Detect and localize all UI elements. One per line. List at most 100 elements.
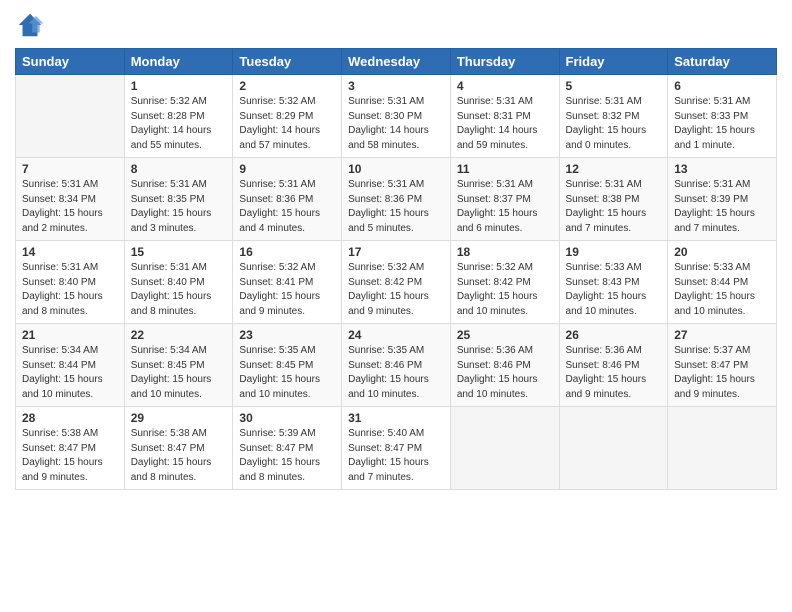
- day-number: 14: [22, 245, 118, 259]
- calendar-header-row: SundayMondayTuesdayWednesdayThursdayFrid…: [16, 49, 777, 75]
- calendar-week-row: 28 Sunrise: 5:38 AM Sunset: 8:47 PM Dayli…: [16, 407, 777, 490]
- day-info: Sunrise: 5:31 AM Sunset: 8:30 PM Dayligh…: [348, 95, 444, 153]
- day-info: Sunrise: 5:31 AM Sunset: 8:38 PM Dayligh…: [566, 178, 662, 236]
- day-number: 7: [22, 162, 118, 176]
- day-info: Sunrise: 5:40 AM Sunset: 8:47 PM Dayligh…: [348, 427, 444, 485]
- header: [15, 10, 777, 40]
- day-info: Sunrise: 5:38 AM Sunset: 8:47 PM Dayligh…: [131, 427, 227, 485]
- day-info: Sunrise: 5:31 AM Sunset: 8:39 PM Dayligh…: [674, 178, 770, 236]
- day-info: Sunrise: 5:32 AM Sunset: 8:42 PM Dayligh…: [348, 261, 444, 319]
- day-number: 10: [348, 162, 444, 176]
- calendar-cell: 1 Sunrise: 5:32 AM Sunset: 8:28 PM Daylig…: [124, 75, 233, 158]
- calendar-week-row: 7 Sunrise: 5:31 AM Sunset: 8:34 PM Daylig…: [16, 158, 777, 241]
- calendar-cell: 9 Sunrise: 5:31 AM Sunset: 8:36 PM Daylig…: [233, 158, 342, 241]
- calendar-cell: 27 Sunrise: 5:37 AM Sunset: 8:47 PM Dayli…: [668, 324, 777, 407]
- day-number: 19: [566, 245, 662, 259]
- calendar-cell: 20 Sunrise: 5:33 AM Sunset: 8:44 PM Dayli…: [668, 241, 777, 324]
- day-number: 18: [457, 245, 553, 259]
- day-number: 30: [239, 411, 335, 425]
- day-info: Sunrise: 5:32 AM Sunset: 8:28 PM Dayligh…: [131, 95, 227, 153]
- day-info: Sunrise: 5:31 AM Sunset: 8:40 PM Dayligh…: [22, 261, 118, 319]
- calendar-cell: 4 Sunrise: 5:31 AM Sunset: 8:31 PM Daylig…: [450, 75, 559, 158]
- calendar: SundayMondayTuesdayWednesdayThursdayFrid…: [15, 48, 777, 490]
- day-number: 2: [239, 79, 335, 93]
- calendar-cell: 12 Sunrise: 5:31 AM Sunset: 8:38 PM Dayli…: [559, 158, 668, 241]
- day-number: 17: [348, 245, 444, 259]
- day-header-saturday: Saturday: [668, 49, 777, 75]
- day-info: Sunrise: 5:31 AM Sunset: 8:35 PM Dayligh…: [131, 178, 227, 236]
- calendar-cell: [450, 407, 559, 490]
- day-number: 31: [348, 411, 444, 425]
- day-number: 26: [566, 328, 662, 342]
- day-number: 12: [566, 162, 662, 176]
- calendar-cell: 11 Sunrise: 5:31 AM Sunset: 8:37 PM Dayli…: [450, 158, 559, 241]
- day-header-monday: Monday: [124, 49, 233, 75]
- day-number: 1: [131, 79, 227, 93]
- day-info: Sunrise: 5:31 AM Sunset: 8:36 PM Dayligh…: [239, 178, 335, 236]
- calendar-cell: 3 Sunrise: 5:31 AM Sunset: 8:30 PM Daylig…: [342, 75, 451, 158]
- calendar-cell: 26Sunrise: 5:36 AM Sunset: 8:46 PM Dayli…: [559, 324, 668, 407]
- day-info: Sunrise: 5:37 AM Sunset: 8:47 PM Dayligh…: [674, 344, 770, 402]
- day-number: 4: [457, 79, 553, 93]
- day-info: Sunrise: 5:34 AM Sunset: 8:45 PM Dayligh…: [131, 344, 227, 402]
- day-info: Sunrise: 5:38 AM Sunset: 8:47 PM Dayligh…: [22, 427, 118, 485]
- calendar-cell: 8 Sunrise: 5:31 AM Sunset: 8:35 PM Daylig…: [124, 158, 233, 241]
- calendar-cell: [16, 75, 125, 158]
- day-info: Sunrise: 5:31 AM Sunset: 8:32 PM Dayligh…: [566, 95, 662, 153]
- calendar-cell: 23Sunrise: 5:35 AM Sunset: 8:45 PM Dayli…: [233, 324, 342, 407]
- calendar-cell: 17 Sunrise: 5:32 AM Sunset: 8:42 PM Dayli…: [342, 241, 451, 324]
- day-number: 29: [131, 411, 227, 425]
- calendar-cell: 31 Sunrise: 5:40 AM Sunset: 8:47 PM Dayli…: [342, 407, 451, 490]
- calendar-cell: 13Sunrise: 5:31 AM Sunset: 8:39 PM Dayli…: [668, 158, 777, 241]
- day-number: 6: [674, 79, 770, 93]
- logo-icon: [15, 10, 45, 40]
- day-header-thursday: Thursday: [450, 49, 559, 75]
- day-number: 9: [239, 162, 335, 176]
- calendar-cell: [559, 407, 668, 490]
- day-header-wednesday: Wednesday: [342, 49, 451, 75]
- calendar-cell: 28 Sunrise: 5:38 AM Sunset: 8:47 PM Dayli…: [16, 407, 125, 490]
- calendar-cell: 24 Sunrise: 5:35 AM Sunset: 8:46 PM Dayli…: [342, 324, 451, 407]
- calendar-cell: 10 Sunrise: 5:31 AM Sunset: 8:36 PM Dayli…: [342, 158, 451, 241]
- day-info: Sunrise: 5:39 AM Sunset: 8:47 PM Dayligh…: [239, 427, 335, 485]
- logo: [15, 10, 49, 40]
- day-header-tuesday: Tuesday: [233, 49, 342, 75]
- day-info: Sunrise: 5:31 AM Sunset: 8:33 PM Dayligh…: [674, 95, 770, 153]
- day-info: Sunrise: 5:31 AM Sunset: 8:31 PM Dayligh…: [457, 95, 553, 153]
- day-info: Sunrise: 5:35 AM Sunset: 8:46 PM Dayligh…: [348, 344, 444, 402]
- day-number: 27: [674, 328, 770, 342]
- day-number: 15: [131, 245, 227, 259]
- day-number: 22: [131, 328, 227, 342]
- day-info: Sunrise: 5:33 AM Sunset: 8:44 PM Dayligh…: [674, 261, 770, 319]
- calendar-cell: 2Sunrise: 5:32 AM Sunset: 8:29 PM Daylig…: [233, 75, 342, 158]
- calendar-cell: 7 Sunrise: 5:31 AM Sunset: 8:34 PM Daylig…: [16, 158, 125, 241]
- calendar-cell: 25 Sunrise: 5:36 AM Sunset: 8:46 PM Dayli…: [450, 324, 559, 407]
- day-info: Sunrise: 5:35 AM Sunset: 8:45 PM Dayligh…: [239, 344, 335, 402]
- calendar-cell: 15 Sunrise: 5:31 AM Sunset: 8:40 PM Dayli…: [124, 241, 233, 324]
- day-info: Sunrise: 5:34 AM Sunset: 8:44 PM Dayligh…: [22, 344, 118, 402]
- day-number: 3: [348, 79, 444, 93]
- day-number: 28: [22, 411, 118, 425]
- day-header-friday: Friday: [559, 49, 668, 75]
- day-info: Sunrise: 5:31 AM Sunset: 8:40 PM Dayligh…: [131, 261, 227, 319]
- day-number: 16: [239, 245, 335, 259]
- day-info: Sunrise: 5:36 AM Sunset: 8:46 PM Dayligh…: [457, 344, 553, 402]
- day-number: 21: [22, 328, 118, 342]
- day-info: Sunrise: 5:31 AM Sunset: 8:34 PM Dayligh…: [22, 178, 118, 236]
- day-info: Sunrise: 5:31 AM Sunset: 8:37 PM Dayligh…: [457, 178, 553, 236]
- day-info: Sunrise: 5:32 AM Sunset: 8:41 PM Dayligh…: [239, 261, 335, 319]
- calendar-week-row: 14 Sunrise: 5:31 AM Sunset: 8:40 PM Dayli…: [16, 241, 777, 324]
- calendar-cell: 5Sunrise: 5:31 AM Sunset: 8:32 PM Daylig…: [559, 75, 668, 158]
- day-info: Sunrise: 5:31 AM Sunset: 8:36 PM Dayligh…: [348, 178, 444, 236]
- calendar-cell: 16 Sunrise: 5:32 AM Sunset: 8:41 PM Dayli…: [233, 241, 342, 324]
- day-number: 8: [131, 162, 227, 176]
- day-header-sunday: Sunday: [16, 49, 125, 75]
- calendar-cell: 21 Sunrise: 5:34 AM Sunset: 8:44 PM Dayli…: [16, 324, 125, 407]
- calendar-cell: 29 Sunrise: 5:38 AM Sunset: 8:47 PM Dayli…: [124, 407, 233, 490]
- day-number: 24: [348, 328, 444, 342]
- day-number: 11: [457, 162, 553, 176]
- day-number: 20: [674, 245, 770, 259]
- day-number: 25: [457, 328, 553, 342]
- calendar-cell: 14 Sunrise: 5:31 AM Sunset: 8:40 PM Dayli…: [16, 241, 125, 324]
- calendar-cell: 6 Sunrise: 5:31 AM Sunset: 8:33 PM Daylig…: [668, 75, 777, 158]
